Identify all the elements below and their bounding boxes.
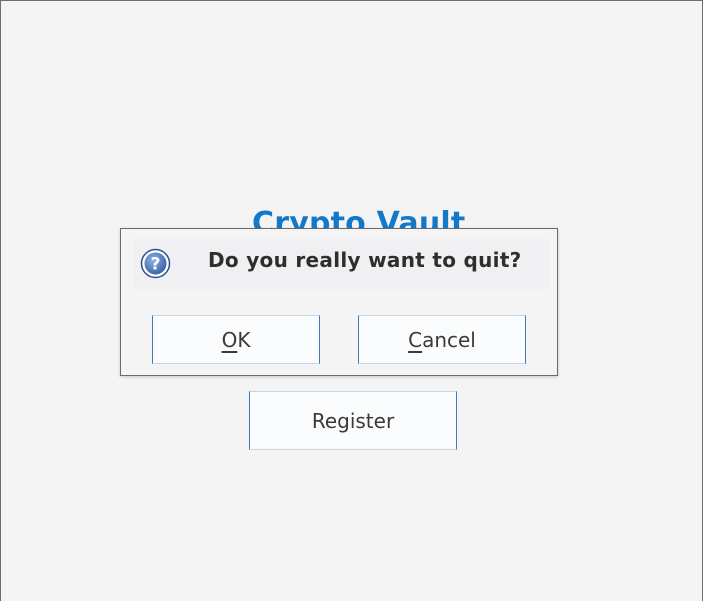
dialog-message: Do you really want to quit? <box>208 248 522 272</box>
cancel-button[interactable]: Cancel <box>358 315 526 364</box>
question-icon: ? <box>140 248 171 279</box>
cancel-button-label: Cancel <box>408 327 476 352</box>
svg-text:?: ? <box>151 255 161 275</box>
quit-confirm-dialog: ? Do you really want to quit? OK Cancel <box>120 228 558 376</box>
ok-button[interactable]: OK <box>152 315 320 364</box>
app-window: Crypto Vault Register ? Do you really wa… <box>0 0 703 601</box>
register-button-label: Register <box>311 408 395 433</box>
register-button[interactable]: Register <box>249 391 457 450</box>
ok-button-label: OK <box>221 327 251 352</box>
